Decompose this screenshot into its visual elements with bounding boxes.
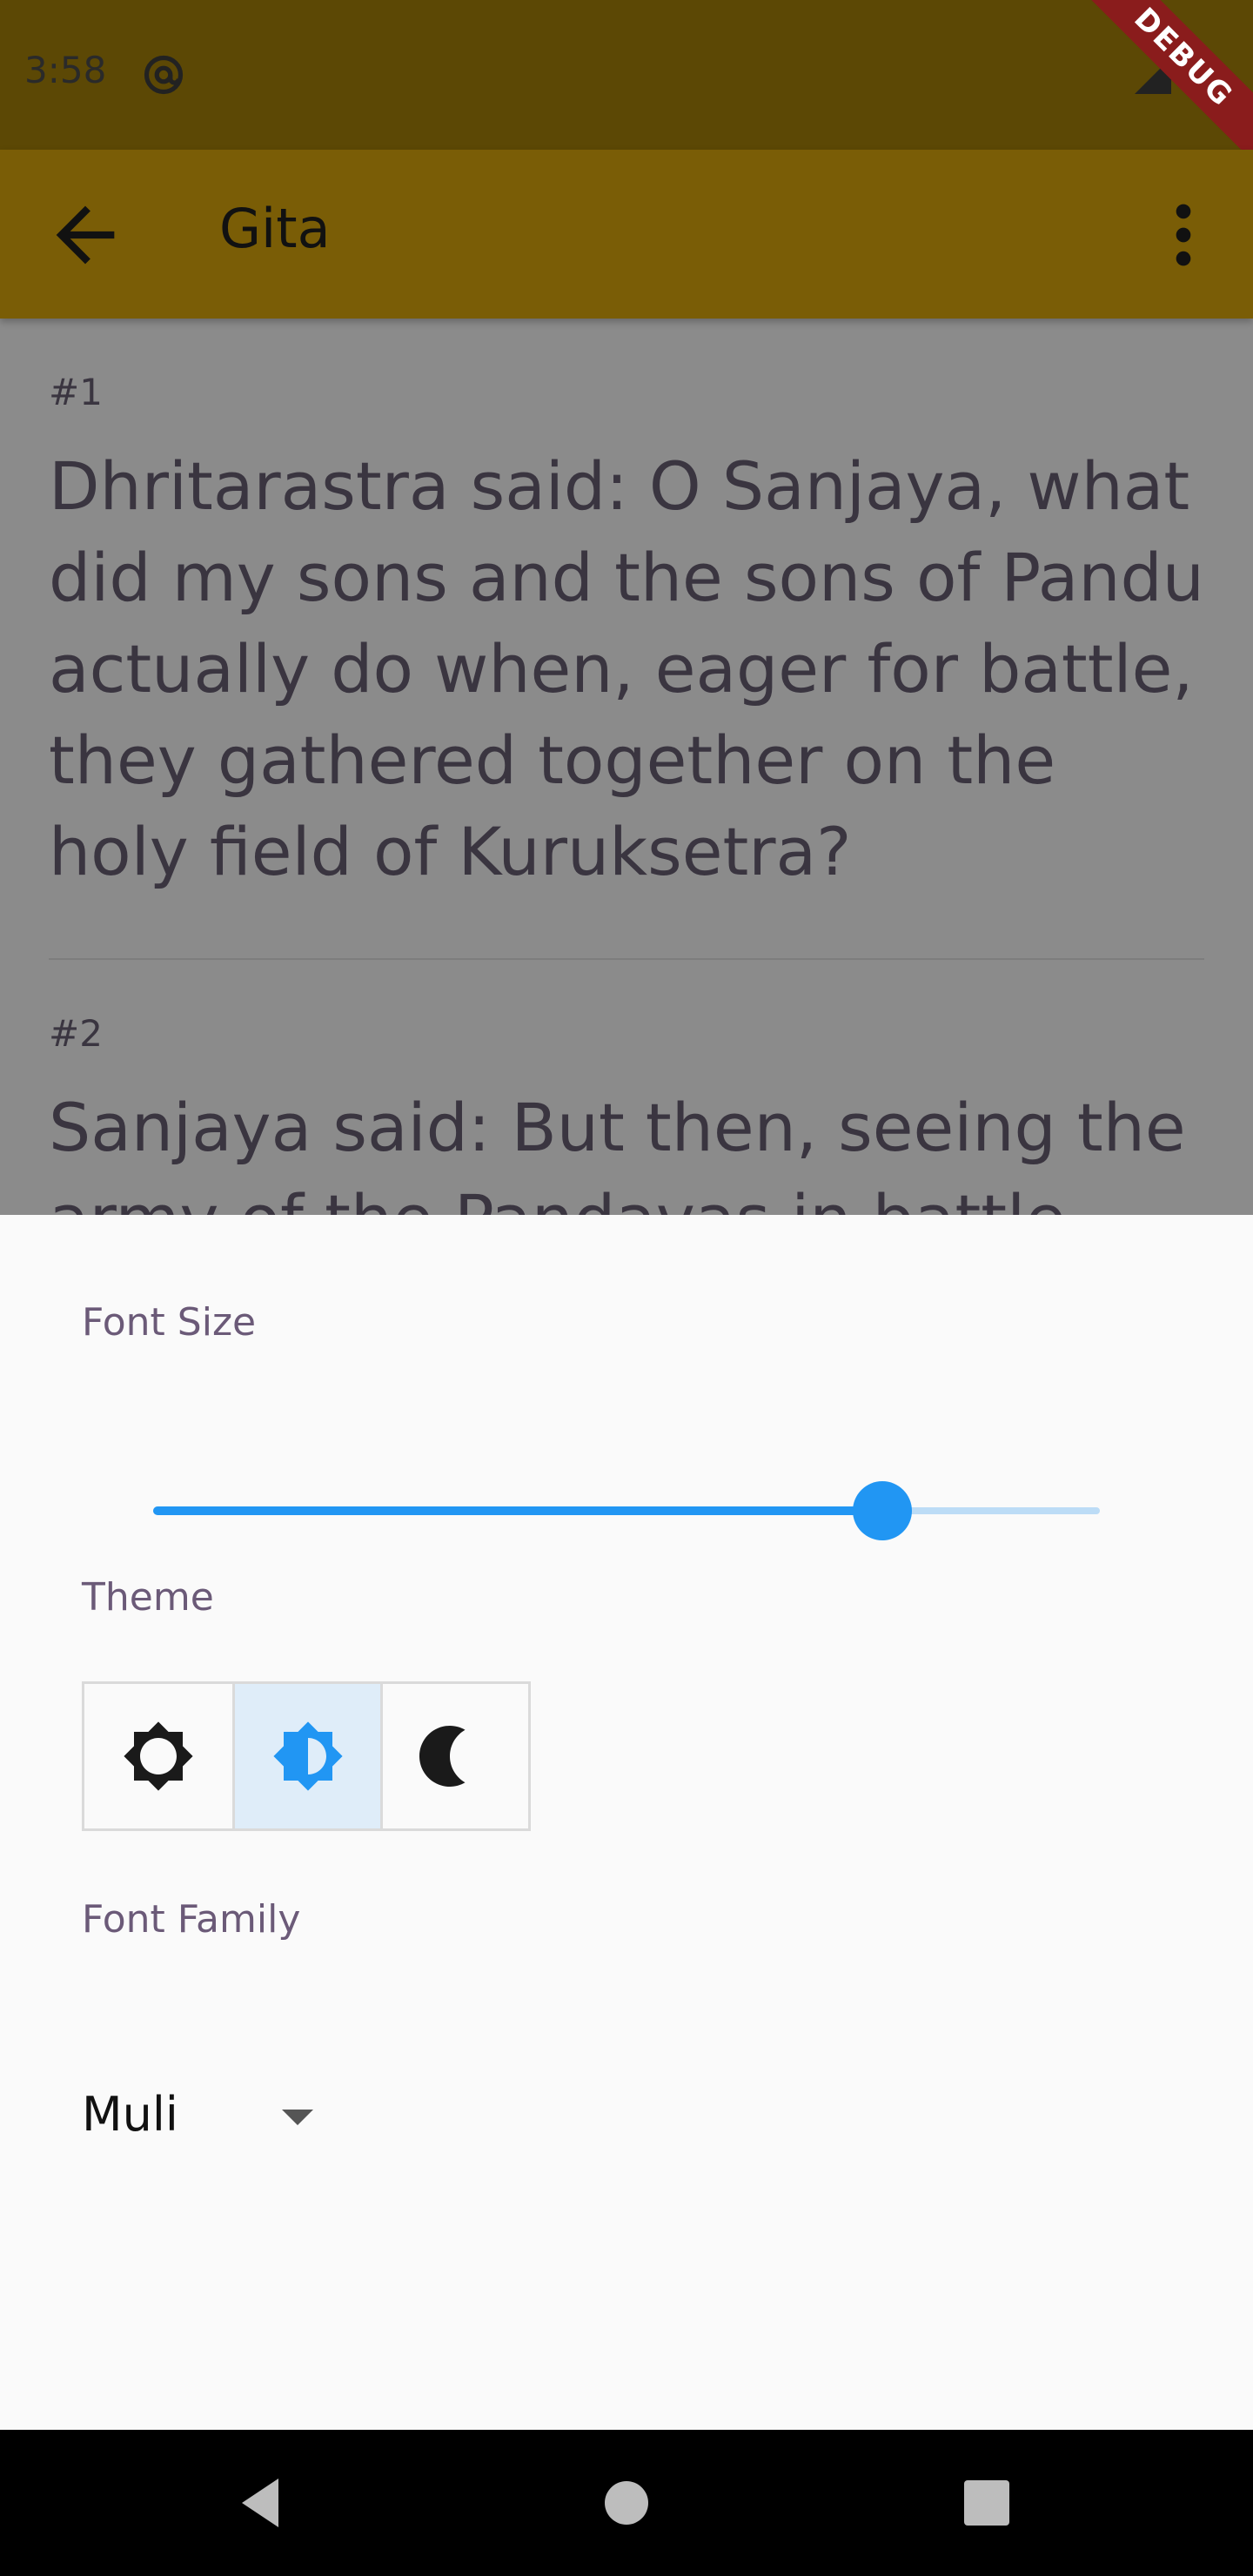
verse-item[interactable]: #1 Dhritarastra said: O Sanjaya, what di… [0, 319, 1253, 960]
verse-number: #1 [49, 371, 103, 413]
app-screen: 3:58 DEBUG Gita #1 Dhritarastra said: O … [0, 0, 1253, 2576]
verse-text: Sanjaya said: But then, seeing the army … [49, 1089, 1186, 1215]
verse-text: Dhritarastra said: O Sanjaya, what did m… [49, 447, 1204, 890]
font-size-slider[interactable] [153, 1476, 1100, 1546]
theme-option-light[interactable] [84, 1684, 232, 1828]
system-nav-bar [0, 2430, 1253, 2576]
theme-label: Theme [82, 1575, 214, 1620]
verse-item[interactable]: #2 Sanjaya said: But then, seeing the ar… [0, 960, 1253, 1215]
font-family-label: Font Family [82, 1897, 301, 1942]
brightness-medium-icon [272, 1721, 343, 1791]
theme-option-dark[interactable] [380, 1684, 528, 1828]
recents-square-icon[interactable] [952, 2468, 1022, 2538]
theme-toggle-group [82, 1681, 531, 1831]
arrow-back-icon[interactable] [42, 191, 129, 278]
status-bar: 3:58 DEBUG [0, 0, 1253, 173]
slider-thumb[interactable] [853, 1481, 912, 1540]
at-sign-icon [144, 55, 184, 95]
verse-number: #2 [49, 1012, 103, 1055]
status-time: 3:58 [24, 49, 107, 91]
dropdown-arrow-icon [282, 2110, 313, 2125]
font-family-dropdown[interactable]: Muli [82, 2068, 325, 2163]
app-bar: Gita [0, 150, 1253, 319]
brightness-high-icon [124, 1721, 193, 1791]
slider-active-track [153, 1506, 882, 1515]
more-vert-icon[interactable] [1140, 191, 1227, 278]
settings-bottom-sheet: Font Size Theme Font Family Muli [0, 1215, 1253, 2430]
page-title: Gita [219, 197, 331, 260]
back-triangle-icon[interactable] [228, 2468, 298, 2538]
verse-list: #1 Dhritarastra said: O Sanjaya, what di… [0, 319, 1253, 1215]
home-circle-icon[interactable] [592, 2468, 661, 2538]
font-size-label: Font Size [82, 1300, 257, 1345]
font-family-value: Muli [82, 2087, 178, 2142]
theme-option-auto[interactable] [232, 1684, 380, 1828]
moon-icon [419, 1726, 465, 1787]
